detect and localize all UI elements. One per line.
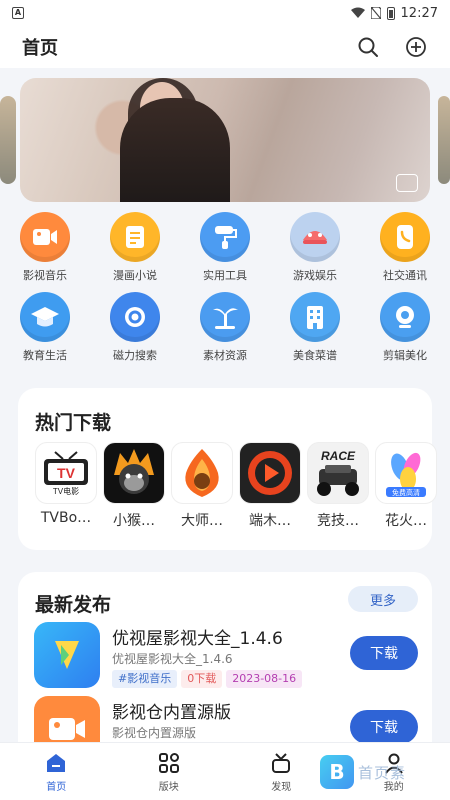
release-tags: #影视音乐 0下载 2023-08-16 [112,670,303,688]
wifi-icon [350,7,365,18]
tab-sections[interactable]: 版块 [113,743,226,800]
category-comics-novels[interactable]: 漫画小说 [101,212,169,292]
hot-list: TV TV电影 TVBo… 小猴… 大师… 端木… RACE 竞技… 免费高清 … [34,442,438,530]
release-name: 影视仓内置源版 [112,703,231,723]
release-item[interactable]: 优视屋影视大全_1.4.6 优视屋影视大全_1.4.6 #影视音乐 0下载 20… [34,622,418,692]
category-editing[interactable]: 剪辑美化 [371,292,439,372]
home-icon [44,751,68,775]
race-car-icon: RACE [307,442,369,504]
tvbox-logo-text: TV [57,465,76,481]
category-tools[interactable]: 实用工具 [191,212,259,292]
page-title: 首页 [22,38,58,59]
paint-roller-icon [200,212,250,262]
category-materials[interactable]: 素材资源 [191,292,259,372]
category-video-music[interactable]: 影视音乐 [11,212,79,292]
more-button[interactable]: 更多 [348,586,418,612]
hot-downloads-card: 热门下载 TV TV电影 TVBo… 小猴… 大师… 端木… RACE 竞技… … [18,388,437,550]
magnet-icon [110,292,160,342]
tab-home[interactable]: 首页 [0,743,113,800]
app-notification-icon: A [12,7,24,19]
no-sim-icon [370,7,381,19]
status-time: 12:27 [400,5,438,21]
watermark-text: 首页素 [358,763,407,782]
category-recipes[interactable]: 美食菜谱 [281,292,349,372]
hot-item[interactable]: 小猴… [102,442,166,530]
top-bar: 首页 [0,26,450,68]
category-tag[interactable]: #影视音乐 [112,670,178,688]
phone-icon [380,212,430,262]
monkey-flame-icon [171,442,233,504]
banner-prev-peek[interactable] [0,96,16,184]
graduation-cap-icon [20,292,70,342]
category-social[interactable]: 社交通讯 [371,212,439,292]
tvbox-logo-sub: TV电影 [53,486,79,496]
search-icon[interactable] [356,35,380,59]
category-games[interactable]: 游戏娱乐 [281,212,349,292]
banner-image[interactable] [20,78,430,202]
flower-logo-sub: 免费高清 [392,488,420,497]
download-button[interactable]: 下载 [350,636,418,670]
camera-icon [380,292,430,342]
hot-item[interactable]: 大师… [170,442,234,530]
status-bar: A 12:27 [0,0,450,26]
latest-title: 最新发布 [35,594,112,616]
discover-icon [269,751,293,775]
release-name: 优视屋影视大全_1.4.6 [112,629,283,649]
category-education[interactable]: 教育生活 [11,292,79,372]
date-tag: 2023-08-16 [226,670,303,688]
gallery-icon [396,174,418,192]
category-magnet-search[interactable]: 磁力搜索 [101,292,169,372]
grid-icon [157,751,181,775]
hot-item[interactable]: TV TV电影 TVBo… [34,442,98,530]
watermark: B 首页素 [320,754,420,790]
book-icon [110,212,160,262]
watermark-logo: B [320,755,354,789]
monkey-icon [103,442,165,504]
plus-circle-icon[interactable] [404,35,428,59]
hot-item[interactable]: 端木… [238,442,302,530]
hot-title: 热门下载 [35,412,112,434]
hot-item[interactable]: 免费高清 花火… [374,442,438,530]
game-icon [290,212,340,262]
play-icon [239,442,301,504]
download-button[interactable]: 下载 [350,710,418,744]
download-count-tag: 0下载 [181,670,223,688]
hot-item[interactable]: RACE 竞技… [306,442,370,530]
flower-icon: 免费高清 [375,442,437,504]
category-grid: 影视音乐 漫画小说 实用工具 游戏娱乐 社交通讯 教育生活 磁力搜索 素材资源 … [0,212,450,372]
banner-carousel[interactable] [0,78,450,202]
race-logo-text: RACE [321,449,356,463]
release-subtitle: 影视仓内置源版 [112,726,197,740]
banner-next-peek[interactable] [438,96,450,184]
building-icon [290,292,340,342]
video-play-icon [34,622,100,688]
palm-tree-icon [200,292,250,342]
tvbox-icon: TV TV电影 [35,442,97,504]
battery-icon [386,6,395,20]
video-icon [20,212,70,262]
release-subtitle: 优视屋影视大全_1.4.6 [112,652,233,666]
